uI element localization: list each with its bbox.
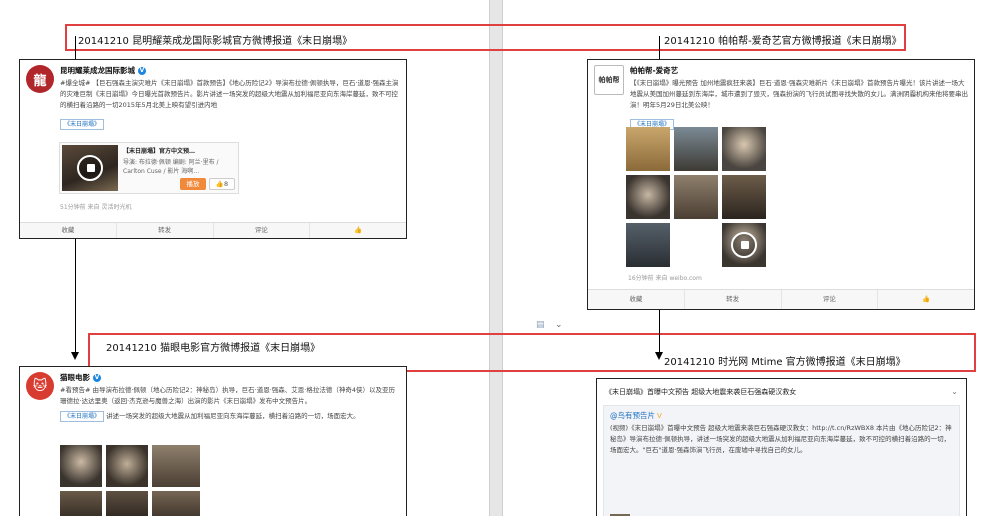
like-icon[interactable]: 👍 bbox=[310, 223, 406, 238]
video-thumbnail[interactable] bbox=[62, 145, 118, 191]
image-1[interactable] bbox=[60, 445, 102, 487]
image-6[interactable] bbox=[722, 175, 766, 219]
like-icon[interactable]: 👍 bbox=[878, 290, 974, 309]
arrow-right-head bbox=[655, 352, 663, 360]
comment-button[interactable]: 评论 bbox=[214, 223, 311, 238]
caption-papa: 20141210 帕帕帮-爱奇艺官方微博报道《末日崩塌》 bbox=[664, 36, 902, 47]
weibo-card-papa: 帕帕帮 帕帕帮-爱奇艺 【《末日崩塌》曝光预告 加州地震疯狂来袭】巨石·道恩·强… bbox=[587, 59, 975, 310]
post-meta: 16分钟前 来自 weibo.com bbox=[628, 275, 702, 282]
action-bar: 收藏 转发 评论 👍 bbox=[588, 289, 974, 309]
image-4[interactable] bbox=[60, 491, 102, 516]
avatar: 龍 bbox=[26, 65, 54, 93]
image-3[interactable] bbox=[722, 127, 766, 171]
video-desc: 导演: 布拉德·佩顿 编剧: 阿兰·里布 / Carlton Cuse / 影片… bbox=[123, 159, 219, 175]
post-text: #看预告# 由导演布拉德·佩顿（地心历险记2：神秘岛）执导，巨石·道恩·强森、艾… bbox=[60, 386, 395, 405]
document-icon[interactable]: ▤ bbox=[536, 320, 545, 330]
page-gutter bbox=[489, 0, 503, 516]
weibo-card-kunming: 龍 昆明耀莱成龙国际影城 V #爆全城# 【巨石强森主演灾难片《末日崩塌》首款预告… bbox=[19, 59, 407, 239]
post-meta: 51分钟前 来自 灵活时光机 bbox=[60, 204, 132, 211]
video-title[interactable]: 【末日崩塌】官方中文预… bbox=[123, 147, 195, 156]
post-text-2: 讲述一场突发的超级大地震从加利福尼亚向东海岸蔓延，横扫着沿路的一切，场面宏大。 bbox=[106, 412, 360, 420]
image-2[interactable] bbox=[106, 445, 148, 487]
caption-mtime: 20141210 时光网 Mtime 官方微博报道《末日崩塌》 bbox=[664, 357, 906, 368]
chevron-down-icon[interactable]: ⌄ bbox=[555, 320, 563, 330]
username[interactable]: 猫眼电影 bbox=[60, 373, 90, 382]
verified-icon: V bbox=[657, 412, 662, 420]
topic-tag[interactable]: 《末日崩塌》 bbox=[60, 119, 105, 130]
topic-tag[interactable]: 《末日崩塌》 bbox=[60, 411, 105, 422]
image-8[interactable] bbox=[722, 223, 766, 267]
verified-icon: V bbox=[93, 374, 101, 382]
post-text: 【《末日崩塌》曝光预告 加州地震疯狂来袭】巨石·道恩·强森灾难新片《末日崩塌》首… bbox=[630, 79, 968, 109]
username[interactable]: 昆明耀莱成龙国际影城 bbox=[60, 66, 135, 75]
image-5[interactable] bbox=[674, 175, 718, 219]
arrow-left-head bbox=[71, 352, 79, 360]
video-card[interactable]: 【末日崩塌】官方中文预… 导演: 布拉德·佩顿 编剧: 阿兰·里布 / Carl… bbox=[59, 142, 239, 194]
image-1[interactable] bbox=[626, 127, 670, 171]
repost-button[interactable]: 转发 bbox=[117, 223, 214, 238]
caption-maoyan: 20141210 猫眼电影官方微博报道《末日崩塌》 bbox=[106, 343, 321, 354]
play-icon[interactable] bbox=[731, 232, 757, 258]
play-button[interactable]: 播放 bbox=[180, 178, 206, 190]
thumb-icon: 👍 bbox=[215, 180, 224, 188]
image-2[interactable] bbox=[674, 127, 718, 171]
repost-box: @鸟有预告片 V (视频)《末日崩塌》首曝中文预告 超级大地震来袭巨石强森硬汉救女… bbox=[603, 405, 960, 516]
post-headline[interactable]: 《末日崩塌》首曝中文预告 超级大地震来袭巨石强森硬汉救女 bbox=[605, 387, 951, 398]
like-button[interactable]: 👍8 bbox=[209, 178, 235, 190]
post-text: #爆全城# 【巨石强森主演灾难片《末日崩塌》首款预告】《地心历险记2》导演布拉德… bbox=[60, 79, 399, 109]
image-3[interactable] bbox=[152, 445, 200, 487]
chevron-down-icon[interactable]: ⌄ bbox=[951, 387, 958, 396]
repost-button[interactable]: 转发 bbox=[685, 290, 782, 309]
post-text: (视频)《末日崩塌》首曝中文预告 超级大地震来袭巨石强森硬汉救女：http://… bbox=[610, 424, 952, 454]
favorite-button[interactable]: 收藏 bbox=[20, 223, 117, 238]
image-5[interactable] bbox=[106, 491, 148, 516]
image-7[interactable] bbox=[626, 223, 670, 267]
action-bar: 收藏 转发 评论 👍 bbox=[20, 222, 406, 238]
weibo-card-maoyan: 🐱 猫眼电影 V #看预告# 由导演布拉德·佩顿（地心历险记2：神秘岛）执导，巨石… bbox=[19, 366, 407, 516]
image-4[interactable] bbox=[626, 175, 670, 219]
weibo-card-mtime: 《末日崩塌》首曝中文预告 超级大地震来袭巨石强森硬汉救女 ⌄ @鸟有预告片 V (… bbox=[596, 378, 967, 516]
verified-icon: V bbox=[138, 67, 146, 75]
avatar: 帕帕帮 bbox=[594, 65, 624, 95]
like-count: 8 bbox=[223, 180, 229, 188]
play-icon[interactable] bbox=[77, 155, 103, 181]
cat-avatar-icon: 🐱 bbox=[26, 372, 54, 400]
caption-kunming: 20141210 昆明耀莱成龙国际影城官方微博报道《末日崩塌》 bbox=[78, 36, 353, 47]
favorite-button[interactable]: 收藏 bbox=[588, 290, 685, 309]
image-6[interactable] bbox=[152, 491, 200, 516]
username[interactable]: @鸟有预告片 bbox=[610, 411, 655, 420]
username[interactable]: 帕帕帮-爱奇艺 bbox=[630, 66, 678, 75]
comment-button[interactable]: 评论 bbox=[782, 290, 879, 309]
